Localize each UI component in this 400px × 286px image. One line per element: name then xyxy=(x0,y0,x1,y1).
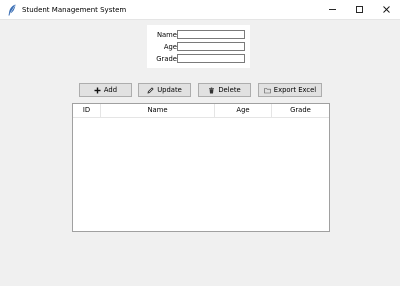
grade-row: Grade xyxy=(147,54,250,64)
title-bar[interactable]: Student Management System xyxy=(0,0,400,20)
column-header-name[interactable]: Name xyxy=(101,104,215,117)
export-button-label: Export Excel xyxy=(273,86,317,94)
minimize-icon xyxy=(329,9,336,10)
app-window: Student Management System Name Age Grade xyxy=(0,0,400,286)
delete-button-label: Delete xyxy=(218,86,241,94)
column-header-age[interactable]: Age xyxy=(215,104,272,117)
trash-icon xyxy=(208,87,215,94)
age-field[interactable] xyxy=(177,42,245,51)
export-excel-button[interactable]: Export Excel xyxy=(258,83,322,97)
maximize-icon xyxy=(356,6,363,13)
age-label: Age xyxy=(163,43,177,51)
table-header: ID Name Age Grade xyxy=(73,104,329,118)
window-title: Student Management System xyxy=(22,5,127,14)
update-button[interactable]: Update xyxy=(138,83,191,97)
name-field[interactable] xyxy=(177,30,245,39)
feather-icon xyxy=(5,3,19,17)
close-icon xyxy=(383,6,390,13)
folder-icon xyxy=(263,87,271,94)
column-header-grade[interactable]: Grade xyxy=(272,104,329,117)
plus-icon xyxy=(94,87,101,94)
student-table[interactable]: ID Name Age Grade xyxy=(72,103,330,232)
grade-label: Grade xyxy=(156,55,177,63)
age-row: Age xyxy=(147,42,250,52)
delete-button[interactable]: Delete xyxy=(198,83,251,97)
close-button[interactable] xyxy=(373,0,400,19)
pencil-icon xyxy=(147,86,154,94)
minimize-button[interactable] xyxy=(319,0,346,19)
maximize-button[interactable] xyxy=(346,0,373,19)
window-controls xyxy=(319,0,400,19)
name-row: Name xyxy=(147,30,250,40)
column-header-id[interactable]: ID xyxy=(73,104,101,117)
add-button[interactable]: Add xyxy=(79,83,132,97)
table-body xyxy=(73,117,329,231)
name-label: Name xyxy=(156,31,177,39)
add-button-label: Add xyxy=(103,86,118,94)
student-form: Name Age Grade xyxy=(147,25,250,68)
update-button-label: Update xyxy=(157,86,182,94)
grade-field[interactable] xyxy=(177,54,245,63)
